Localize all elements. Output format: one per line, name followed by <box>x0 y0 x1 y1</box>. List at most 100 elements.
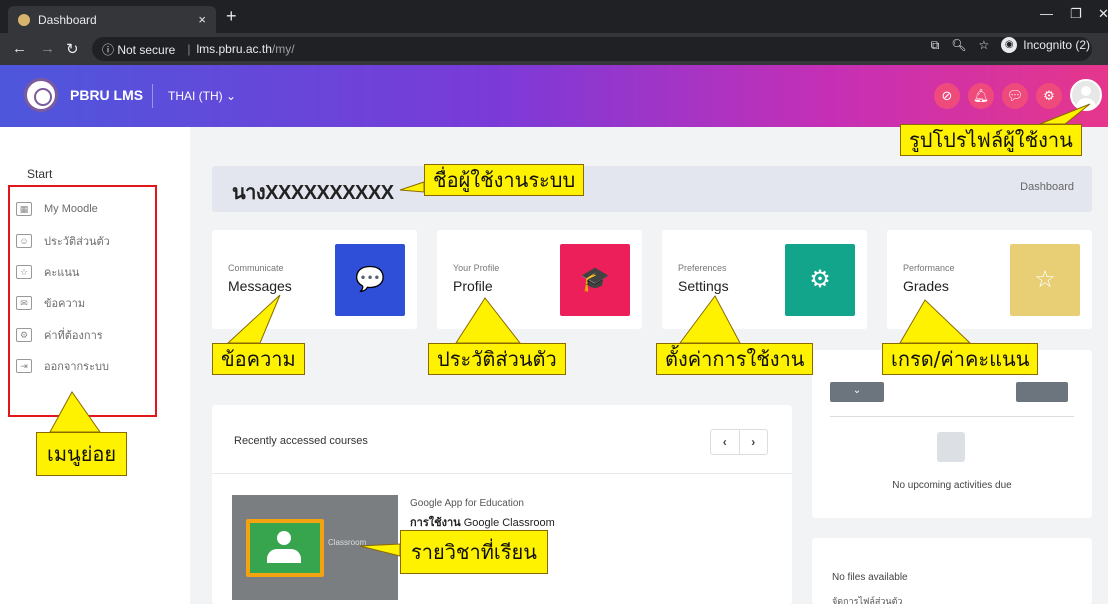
graduation-cap-icon: 🎓 <box>560 244 630 316</box>
bookmark-star-icon[interactable]: ☆ <box>979 38 990 52</box>
card-subtitle: Performance <box>903 263 955 273</box>
annotation-menu: เมนูย่อย <box>36 432 128 476</box>
card-messages[interactable]: Communicate Messages 💬 <box>212 230 417 329</box>
card-title: Profile <box>453 278 493 294</box>
language-menu[interactable]: THAI (TH) ⌄ <box>168 89 236 103</box>
manage-files-link[interactable]: จัดการไฟล์ส่วนตัว <box>832 594 902 604</box>
timeline-filter-button[interactable] <box>1016 382 1068 402</box>
gear-icon: ⚙ <box>785 244 855 316</box>
sidebar-item-label: ออกจากระบบ <box>44 361 109 373</box>
sidebar: Start ▦ My Moodle ☺ ประวัติส่วนตัว ☆ คะแ… <box>0 127 190 604</box>
course-thumbnail[interactable]: Classroom <box>232 495 398 600</box>
url-domain: lms.pbru.ac.th <box>196 42 272 56</box>
card-profile[interactable]: Your Profile Profile 🎓 <box>437 230 642 329</box>
checklist-icon <box>937 432 965 462</box>
restore-icon[interactable]: ❐ <box>1070 6 1082 22</box>
favicon-icon <box>18 13 30 26</box>
preferences-icon: ⚙ <box>16 328 32 342</box>
zoom-icon[interactable]: 🔍︎ <box>951 38 966 52</box>
profile-icon: ☺ <box>16 234 32 248</box>
incognito-indicator[interactable]: ◉ Incognito (2) <box>1001 37 1090 53</box>
course-category: Google App for Education <box>410 498 524 509</box>
header-actions: ⊘ 🔔︎ 💬︎ ⚙ <box>934 83 1062 109</box>
dashboard-icon: ▦ <box>16 202 32 216</box>
thumbnail-text: Classroom <box>328 538 367 547</box>
notifications-bell-icon[interactable]: 🔔︎ <box>968 83 994 109</box>
incognito-icon: ◉ <box>1001 37 1018 53</box>
new-tab-icon[interactable]: + <box>226 6 237 26</box>
translate-icon[interactable]: ⧉ <box>931 38 940 53</box>
card-subtitle: Preferences <box>678 263 727 273</box>
hide-blocks-icon[interactable]: ⊘ <box>934 83 960 109</box>
sidebar-item-messages[interactable]: ✉ ข้อความ <box>16 294 85 312</box>
incognito-label: Incognito (2) <box>1023 38 1090 52</box>
settings-gear-icon[interactable]: ⚙ <box>1036 83 1062 109</box>
sidebar-item-my-moodle[interactable]: ▦ My Moodle <box>16 200 98 218</box>
user-avatar[interactable] <box>1070 79 1102 111</box>
breadcrumb[interactable]: Dashboard <box>1020 181 1074 193</box>
back-icon[interactable]: ← <box>12 40 27 57</box>
card-subtitle: Your Profile <box>453 263 500 273</box>
header-divider <box>152 84 153 108</box>
card-subtitle: Communicate <box>228 263 284 273</box>
course-name[interactable]: การใช้งาน Google Classroom <box>410 513 555 531</box>
annotation-messages: ข้อความ <box>212 343 305 375</box>
next-page-button[interactable]: › <box>740 430 768 454</box>
recent-courses-block: Recently accessed courses ‹ › Classroom … <box>212 405 792 604</box>
url-path: /my/ <box>271 42 295 56</box>
timeline-empty-text: No upcoming activities due <box>892 480 1012 491</box>
sidebar-item-label: ข้อความ <box>44 298 86 310</box>
minimize-icon[interactable]: — <box>1040 6 1053 21</box>
tab-title: Dashboard <box>38 12 97 27</box>
site-brand[interactable]: PBRU LMS <box>70 87 143 103</box>
files-empty-text: No files available <box>832 572 908 583</box>
stars-icon: ☆ <box>1010 244 1080 316</box>
message-icon: 💬 <box>335 244 405 316</box>
close-window-icon[interactable]: ✕ <box>1098 6 1108 22</box>
course-pager: ‹ › <box>710 429 768 455</box>
annotation-course: รายวิชาที่เรียน <box>400 530 548 574</box>
card-title: Messages <box>228 278 292 294</box>
site-header: PBRU LMS THAI (TH) ⌄ ⊘ 🔔︎ 💬︎ ⚙ <box>0 65 1108 127</box>
annotation-avatar: รูปโปรไฟล์ผู้ใช้งาน <box>900 124 1082 156</box>
messages-icon: ✉ <box>16 296 32 310</box>
prev-page-button[interactable]: ‹ <box>711 430 740 454</box>
card-title: Grades <box>903 278 949 294</box>
sidebar-start-heading: Start <box>27 167 53 181</box>
forward-icon[interactable]: → <box>40 40 55 57</box>
sidebar-item-label: ประวัติส่วนตัว <box>44 236 110 248</box>
university-logo-icon[interactable] <box>24 78 58 112</box>
divider <box>830 416 1074 417</box>
address-bar: ← → ↻ ⓘ Not secure | lms.pbru.ac.th /my/… <box>0 33 1108 65</box>
classroom-logo-icon <box>246 519 324 577</box>
messages-bubble-icon[interactable]: 💬︎ <box>1002 83 1028 109</box>
sidebar-item-label: ค่าที่ต้องการ <box>44 330 103 342</box>
sidebar-item-logout[interactable]: ⇥ ออกจากระบบ <box>16 357 109 375</box>
logout-icon: ⇥ <box>16 359 32 373</box>
annotation-profile: ประวัติส่วนตัว <box>428 343 566 375</box>
sidebar-item-label: My Moodle <box>44 203 98 215</box>
sidebar-item-preferences[interactable]: ⚙ ค่าที่ต้องการ <box>16 326 103 344</box>
card-grades[interactable]: Performance Grades ☆ <box>887 230 1092 329</box>
annotation-settings: ตั้งค่าการใช้งาน <box>656 343 814 375</box>
security-info[interactable]: ⓘ Not secure <box>102 41 175 58</box>
timeline-block: ⌄ No upcoming activities due <box>812 350 1092 518</box>
page-header: นางXXXXXXXXXX Dashboard <box>212 166 1092 212</box>
sidebar-item-grades[interactable]: ☆ คะแนน <box>16 263 79 281</box>
card-title: Settings <box>678 278 729 294</box>
annotation-username: ชื่อผู้ใช้งานระบบ <box>424 164 585 196</box>
timeline-sort-button[interactable]: ⌄ <box>830 382 884 402</box>
tab-close-icon[interactable]: × <box>198 12 206 27</box>
browser-tab[interactable]: Dashboard × <box>8 6 216 33</box>
card-settings[interactable]: Preferences Settings ⚙ <box>662 230 867 329</box>
divider <box>212 473 792 474</box>
browser-tab-bar: Dashboard × + — ❐ ✕ <box>0 0 1108 33</box>
private-files-block: No files available จัดการไฟล์ส่วนตัว <box>812 538 1092 604</box>
grades-icon: ☆ <box>16 265 32 279</box>
toolbar-right: ⧉ 🔍︎ ☆ ◉ Incognito (2) <box>931 37 1090 53</box>
reload-icon[interactable]: ↻ <box>66 40 79 58</box>
sidebar-item-profile[interactable]: ☺ ประวัติส่วนตัว <box>16 232 110 250</box>
annotation-grades: เกรด/ค่าคะแนน <box>882 343 1039 375</box>
user-full-name: นางXXXXXXXXXX <box>232 182 394 204</box>
recent-courses-title: Recently accessed courses <box>234 435 368 447</box>
